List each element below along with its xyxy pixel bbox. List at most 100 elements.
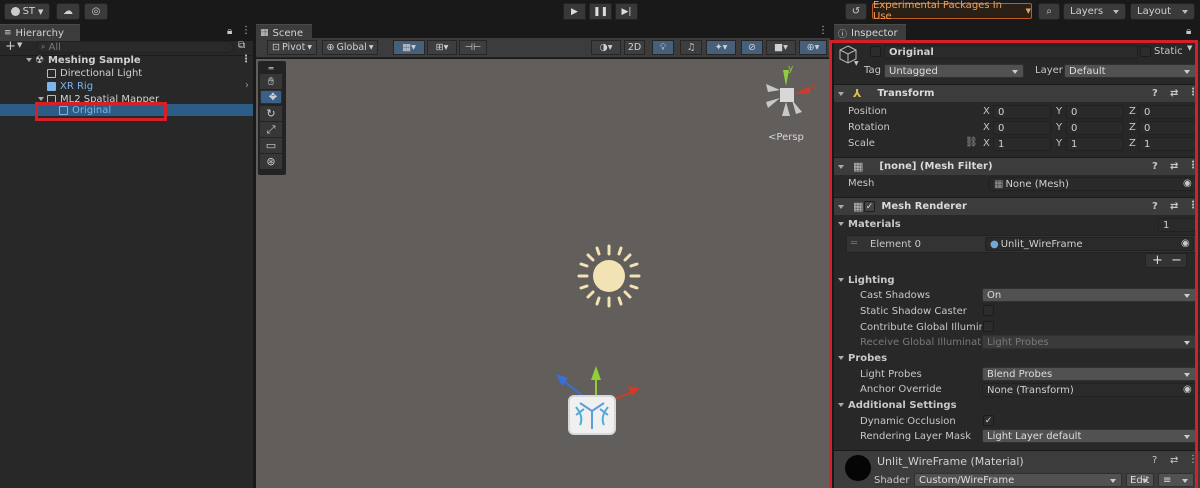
- step-button[interactable]: ▶|: [615, 3, 638, 20]
- lock-icon[interactable]: 🔒︎: [1186, 26, 1191, 37]
- snap-icon: ⊞▾: [435, 42, 449, 53]
- chevron-down-icon: ▼: [307, 44, 312, 51]
- hand-icon: ✋︎: [267, 74, 275, 88]
- gizmo-neg-z-axis[interactable]: [792, 100, 802, 114]
- cloud-icon: ☁: [63, 6, 73, 17]
- gizmo-neg-y-axis[interactable]: [782, 102, 790, 116]
- globe-icon: ⊕: [326, 42, 335, 53]
- account-icon: [10, 7, 20, 16]
- history-button[interactable]: ↺: [845, 3, 867, 20]
- tab-inspector[interactable]: ⓘ Inspector: [834, 24, 906, 41]
- shading-mode-button[interactable]: ◑▾: [591, 40, 621, 55]
- effects-icon: ✦▾: [714, 42, 728, 53]
- selected-object-original[interactable]: [568, 395, 616, 435]
- search-icon: ⌕: [1046, 6, 1052, 17]
- scene-grid-icon: ▦: [260, 28, 269, 38]
- add-icon[interactable]: +: [5, 39, 16, 54]
- play-button[interactable]: ▶: [563, 3, 586, 20]
- hierarchy-item-label: XR Rig: [60, 80, 94, 92]
- lock-icon[interactable]: 🔒︎: [227, 26, 232, 37]
- eye-off-icon: ⊘: [748, 42, 756, 53]
- more-icon[interactable]: ⋮: [241, 25, 251, 36]
- gizmos-dropdown[interactable]: ⊕▾: [799, 40, 827, 55]
- hierarchy-item-xr-rig[interactable]: XR Rig ›: [0, 80, 253, 92]
- pause-button[interactable]: ❚❚: [589, 3, 612, 20]
- experimental-label: Experimental Packages In Use: [873, 0, 1002, 22]
- experimental-packages-dropdown[interactable]: Experimental Packages In Use ▼: [872, 0, 1032, 22]
- tool-palette-handle[interactable]: ═: [260, 64, 282, 73]
- chevron-down-icon: ▼: [1025, 7, 1031, 15]
- audio-toggle[interactable]: ♫: [680, 40, 702, 55]
- hierarchy-item-label: Directional Light: [60, 67, 143, 79]
- gizmo-x-axis[interactable]: [794, 86, 810, 94]
- tab-scene-label: Scene: [272, 27, 304, 39]
- scene-viewport[interactable]: [256, 59, 830, 488]
- chevron-down-icon: ▼: [38, 7, 44, 16]
- prefab-icon: [47, 81, 56, 91]
- transform-tool[interactable]: ⊛: [260, 154, 282, 169]
- more-icon[interactable]: ⋮: [818, 25, 828, 36]
- gizmo-x-label: x: [811, 82, 817, 92]
- chevron-down-icon[interactable]: ▼: [17, 41, 22, 49]
- gizmo-neg-x-axis[interactable]: [766, 98, 780, 108]
- hand-tool[interactable]: ✋︎: [260, 74, 282, 89]
- scale-tool[interactable]: ⤢: [260, 122, 282, 137]
- snap-increment-button[interactable]: ⊞▾: [427, 40, 457, 55]
- pivot-dropdown[interactable]: ⊡ Pivot ▼: [267, 40, 317, 55]
- grid-snap-button[interactable]: ▦▾: [393, 40, 425, 55]
- move-icon: ✥: [268, 91, 278, 103]
- step-icon: ▶|: [621, 6, 632, 17]
- lighting-toggle[interactable]: 💡︎: [652, 40, 674, 55]
- inspector-tabbar: ⓘ Inspector 🔒︎: [834, 22, 1200, 41]
- move-y-arrow[interactable]: [591, 366, 601, 380]
- pivot-label: Pivot: [282, 42, 306, 53]
- more-icon[interactable]: ⋮: [241, 54, 251, 65]
- info-icon: ⓘ: [838, 29, 848, 40]
- expand-arrow-icon: [26, 58, 32, 65]
- search-button[interactable]: ⌕: [1038, 3, 1060, 20]
- cloud-button[interactable]: ☁: [56, 3, 80, 20]
- highlight-box-hierarchy: [35, 102, 167, 121]
- hierarchy-search-input[interactable]: ⌕ All: [36, 41, 234, 53]
- hierarchy-item-scene[interactable]: ☢ Meshing Sample ⋮: [0, 54, 253, 66]
- persp-label: Persp: [776, 132, 804, 143]
- persp-toggle[interactable]: <Persp: [768, 132, 804, 143]
- rect-icon: ▭: [265, 139, 277, 152]
- gizmo-center-cube[interactable]: [780, 88, 794, 102]
- wireframe-icon: [575, 402, 609, 429]
- search-filter-icon[interactable]: ⧉: [238, 40, 245, 51]
- collab-button[interactable]: ◎: [84, 3, 108, 20]
- rect-tool[interactable]: ▭: [260, 138, 282, 153]
- effects-dropdown[interactable]: ✦▾: [706, 40, 736, 55]
- tab-hierarchy-label: Hierarchy: [15, 27, 64, 39]
- move-tool[interactable]: ✥: [260, 90, 282, 104]
- list-icon: ≡: [4, 28, 12, 38]
- pivot-icon: ⊡: [272, 42, 280, 53]
- play-icon: ▶: [571, 6, 578, 17]
- layout-dropdown[interactable]: Layout: [1130, 3, 1195, 20]
- global-label: Global: [336, 42, 367, 53]
- main-toolbar: ST ▼ ☁ ◎ ▶ ❚❚ ▶| ↺ Experimental Packages…: [0, 0, 1200, 22]
- scale-icon: ⤢: [266, 122, 276, 136]
- hierarchy-item-directional-light[interactable]: Directional Light: [0, 67, 253, 79]
- rotate-tool[interactable]: ↻: [260, 106, 282, 121]
- chevron-right-icon[interactable]: ›: [245, 80, 249, 91]
- directional-light-gizmo[interactable]: [573, 240, 645, 312]
- move-x-arrow[interactable]: [628, 386, 640, 396]
- highlight-box-inspector: [829, 40, 1198, 488]
- gizmo-y-label: y: [788, 64, 794, 74]
- collab-icon: ◎: [91, 6, 101, 17]
- ruler-button[interactable]: ⊣⊢: [459, 40, 487, 55]
- account-dropdown[interactable]: ST ▼: [4, 3, 50, 20]
- search-icon: ⌕: [41, 42, 46, 51]
- camera-dropdown[interactable]: ■▾: [766, 40, 796, 55]
- hidden-objects-toggle[interactable]: ⊘: [741, 40, 763, 55]
- global-dropdown[interactable]: ⊕ Global ▼: [322, 40, 378, 55]
- gizmo-z-axis[interactable]: [766, 84, 780, 92]
- layout-label: Layout: [1137, 6, 1171, 17]
- layers-dropdown[interactable]: Layers: [1063, 3, 1126, 20]
- mode-2d-button[interactable]: 2D: [624, 40, 645, 55]
- tab-inspector-label: Inspector: [851, 27, 898, 39]
- account-label: ST: [22, 6, 36, 17]
- audio-icon: ♫: [686, 42, 696, 53]
